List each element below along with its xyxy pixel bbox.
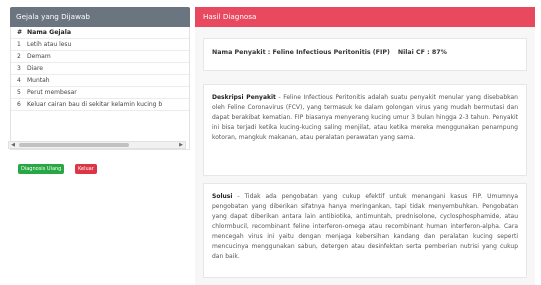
disease-name: Nama Penyakit : Feline Infectious Perito…: [212, 49, 390, 56]
row-name: Letih atau lesu: [27, 41, 72, 48]
diagnosis-result-title: Hasil Diagnosa: [195, 7, 535, 27]
row-num: 3: [17, 65, 21, 72]
table-row: 5 Perut membesar: [11, 87, 189, 99]
scroll-left-icon[interactable]: ◀: [9, 142, 17, 148]
row-num: 4: [17, 77, 21, 84]
description-heading: Deskripsi Penyakit: [212, 94, 276, 101]
table-header-row: # Nama Gejala: [11, 27, 189, 39]
diagnosis-ulang-button[interactable]: Diagnosis Ulang: [18, 164, 65, 174]
table-row: 3 Diare: [11, 63, 189, 75]
scrollbar-thumb[interactable]: [19, 143, 129, 147]
keluar-button[interactable]: Keluar: [75, 164, 97, 174]
scroll-right-icon[interactable]: ▶: [177, 142, 185, 148]
symptoms-table: # Nama Gejala 1 Letih atau lesu 2 Demam 3 Di…: [10, 27, 190, 150]
table-row: 1 Letih atau lesu: [11, 39, 189, 51]
column-header-name: Nama Gejala: [27, 29, 71, 36]
row-name: Diare: [27, 65, 43, 72]
symptoms-panel-title: Gejala yang Dijawab: [10, 7, 190, 27]
result-summary-card: Nama Penyakit : Feline Infectious Perito…: [203, 38, 527, 71]
row-name: Muntah: [27, 77, 50, 84]
table-row: 4 Muntah: [11, 75, 189, 87]
table-row: 6 Keluar cairan bau di sekitar kelamin ku…: [11, 99, 189, 111]
table-row: 2 Demam: [11, 51, 189, 63]
row-name: Keluar cairan bau di sekitar kelamin kuc…: [27, 101, 163, 108]
column-header-num: #: [17, 29, 23, 36]
row-num: 5: [17, 89, 21, 96]
cf-value: Nilai CF : 87%: [397, 49, 447, 56]
row-name: Perut membesar: [27, 89, 77, 96]
row-name: Demam: [27, 53, 51, 60]
solution-text: - Tidak ada pengobatan yang cukup efekti…: [212, 193, 518, 260]
horizontal-scrollbar[interactable]: ◀ ▶: [8, 141, 186, 149]
diagnosis-result-panel: Hasil Diagnosa Nama Penyakit : Feline In…: [195, 7, 535, 285]
row-num: 1: [17, 41, 21, 48]
solution-heading: Solusi: [212, 193, 233, 200]
solution-card: Solusi - Tidak ada pengobatan yang cukup…: [203, 183, 527, 278]
symptoms-panel: Gejala yang Dijawab # Nama Gejala 1 Letih …: [10, 7, 190, 150]
row-num: 6: [17, 101, 21, 108]
description-card: Deskripsi Penyakit - Feline Infectious P…: [203, 84, 527, 176]
description-text: - Feline Infectious Peritonitis adalah s…: [212, 94, 518, 141]
row-num: 2: [17, 53, 21, 60]
